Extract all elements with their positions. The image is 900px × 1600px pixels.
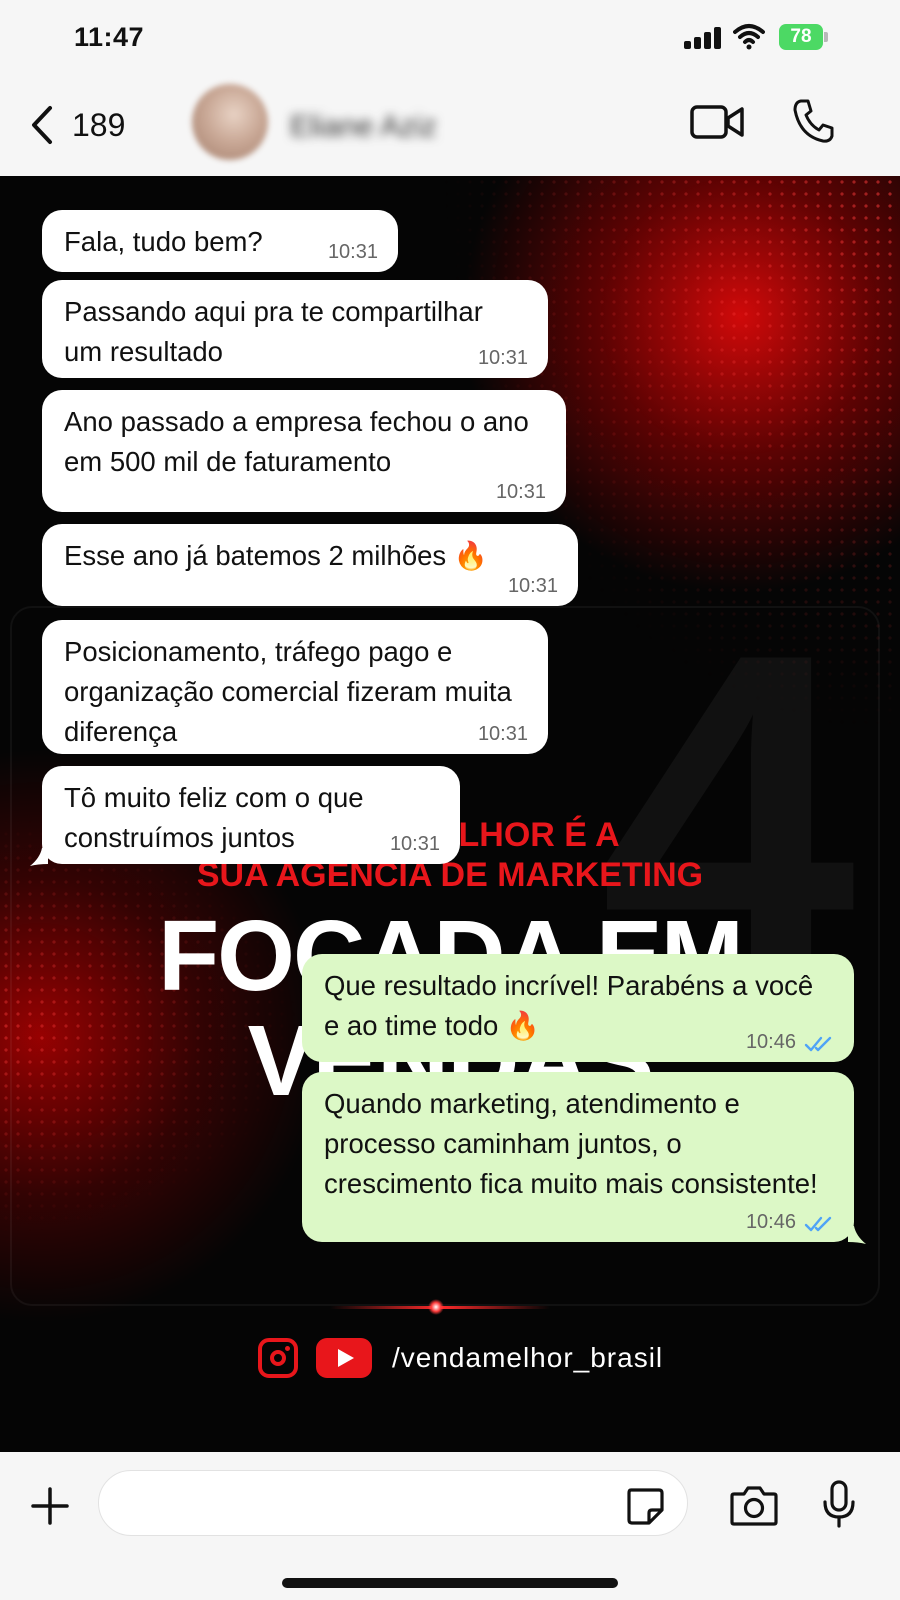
message-time: 10:31 [327,241,378,263]
message-bubble-outgoing[interactable]: Quando marketing, atendimento e processo… [302,1072,854,1242]
message-time: 10:31 [495,481,546,503]
sticker-icon[interactable] [625,1486,665,1526]
battery-icon: 78 [779,24,823,50]
read-receipt-icon [804,1216,832,1232]
message-text: Posicionamento, tráfego pago e organizaç… [64,636,512,747]
wallpaper-spark [428,1299,444,1315]
message-input[interactable] [123,1471,603,1535]
chat-area[interactable]: 4 VENDA MELHOR É A SUA AGÊNCIA DE MARKET… [0,176,900,1452]
message-time: 10:31 [389,833,440,855]
message-text: Tô muito feliz com o que construímos jun… [64,782,364,853]
youtube-icon [316,1338,372,1378]
message-bubble-incoming[interactable]: Ano passado a empresa fechou o ano em 50… [42,390,566,512]
message-text: Passando aqui pra te compartilhar um res… [64,296,483,367]
avatar[interactable] [192,84,268,160]
contact-name[interactable]: Eliane Aziz [290,110,437,144]
composer-bar [0,1452,900,1600]
unread-count: 189 [72,106,126,143]
phone-icon[interactable] [792,98,834,144]
battery-tip [824,32,828,42]
message-text: Quando marketing, atendimento e processo… [324,1088,818,1199]
message-bubble-incoming[interactable]: Tô muito feliz com o que construímos jun… [42,766,460,864]
message-time: 10:46 [745,1211,796,1233]
home-indicator[interactable] [282,1578,618,1588]
message-bubble-incoming[interactable]: Fala, tudo bem? 10:31 [42,210,398,272]
message-bubble-outgoing[interactable]: Que resultado incrível! Parabéns a você … [302,954,854,1062]
read-receipt-icon [804,1036,832,1052]
message-bubble-incoming[interactable]: Passando aqui pra te compartilhar um res… [42,280,548,378]
message-text: Ano passado a empresa fechou o ano em 50… [64,406,529,477]
camera-icon[interactable] [730,1484,778,1526]
instagram-icon [258,1338,298,1378]
message-bubble-incoming[interactable]: Posicionamento, tráfego pago e organizaç… [42,620,548,754]
video-camera-icon[interactable] [690,102,744,142]
plus-icon[interactable] [30,1486,70,1526]
message-time: 10:46 [745,1031,796,1053]
social-handle: /vendamelhor_brasil [392,1342,664,1373]
status-time: 11:47 [74,22,145,52]
back-button[interactable]: 189 [30,100,125,150]
message-text: Esse ano já batemos 2 milhões 🔥 [64,540,489,571]
chevron-left-icon [32,106,52,144]
wallpaper-social: /vendamelhor_brasil [258,1336,663,1380]
message-input-wrapper [98,1470,688,1536]
signal-icon [684,27,724,49]
bubble-tail [848,1226,866,1244]
wifi-icon [733,24,765,50]
message-time: 10:31 [477,347,528,369]
message-time: 10:31 [477,723,528,745]
message-time: 10:31 [507,575,558,597]
message-bubble-incoming[interactable]: Esse ano já batemos 2 milhões 🔥 10:31 [42,524,578,606]
status-bar: 11:47 78 [0,0,900,80]
microphone-icon[interactable] [822,1480,856,1528]
bubble-tail [30,848,48,866]
chat-header: 189 Eliane Aziz [0,80,900,176]
